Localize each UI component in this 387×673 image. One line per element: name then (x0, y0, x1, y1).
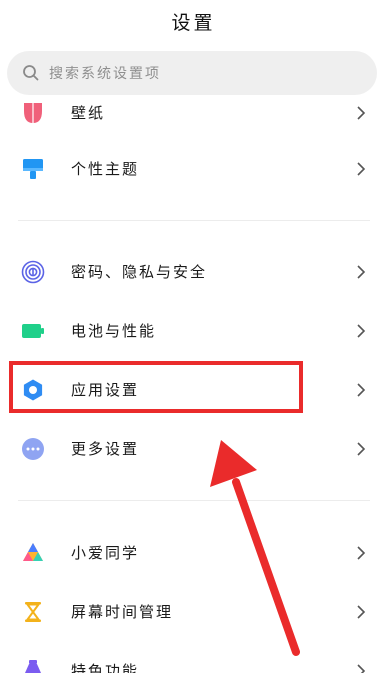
chevron-right-icon (357, 324, 366, 338)
chevron-right-icon (357, 265, 366, 279)
list-item-label: 特色功能 (71, 662, 140, 673)
list-item-wallpaper[interactable]: 壁纸 (0, 100, 387, 142)
list-item-more-settings[interactable]: 更多设置 (0, 420, 387, 478)
chevron-right-icon (357, 664, 366, 673)
chevron-right-icon (357, 605, 366, 619)
list-item-label: 壁纸 (71, 104, 106, 122)
special-features-icon (25, 660, 41, 673)
wallpaper-icon (24, 103, 42, 123)
battery-icon (22, 324, 44, 338)
search-bar[interactable] (7, 51, 377, 97)
list-item-special-features[interactable]: 特色功能 (0, 642, 387, 673)
theme-brush-icon (23, 159, 43, 179)
section-divider (18, 500, 370, 501)
search-input[interactable] (47, 51, 351, 97)
chevron-right-icon (357, 442, 366, 456)
chevron-right-icon (357, 106, 366, 120)
list-item-battery-performance[interactable]: 电池与性能 (0, 302, 387, 360)
list-item-label: 个性主题 (71, 160, 140, 178)
list-item-xiaoai[interactable]: 小爱同学 (0, 524, 387, 582)
list-item-screen-time[interactable]: 屏幕时间管理 (0, 583, 387, 641)
list-item-label: 密码、隐私与安全 (71, 263, 208, 281)
highlight-box (9, 361, 303, 413)
list-item-label: 电池与性能 (71, 322, 157, 340)
chevron-right-icon (357, 546, 366, 560)
hourglass-icon (25, 602, 41, 622)
list-item-label: 更多设置 (71, 440, 140, 458)
chevron-right-icon (357, 383, 366, 397)
list-item-label: 屏幕时间管理 (71, 603, 174, 621)
search-icon (23, 65, 39, 81)
list-item-label: 小爱同学 (71, 544, 140, 562)
section-divider (18, 220, 370, 221)
page-title: 设置 (171, 12, 216, 34)
more-dots-icon (22, 438, 44, 460)
xiaoai-icon (23, 543, 43, 561)
chevron-right-icon (357, 162, 366, 176)
list-item-theme[interactable]: 个性主题 (0, 140, 387, 198)
list-item-privacy-security[interactable]: 密码、隐私与安全 (0, 243, 387, 301)
fingerprint-icon (21, 260, 45, 284)
